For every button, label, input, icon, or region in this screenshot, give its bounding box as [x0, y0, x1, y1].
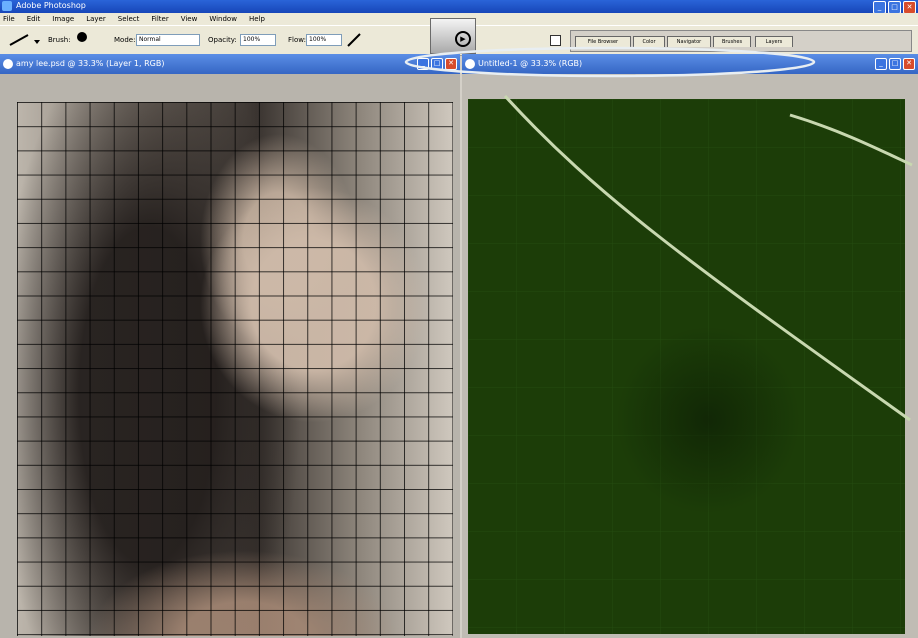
grid-overlay	[17, 102, 453, 636]
brush-label: Brush:	[48, 36, 71, 44]
doc1-window-controls: _ □ ✕	[417, 58, 457, 70]
palette-well: File Browser Color Navigator Brushes Lay…	[570, 30, 912, 52]
go-button[interactable]: ▶	[430, 18, 476, 54]
menu-select[interactable]: Select	[118, 15, 140, 23]
menu-file[interactable]: File	[3, 15, 15, 23]
palette-toggle-icon[interactable]	[550, 35, 561, 46]
go-arrow-icon: ▶	[455, 31, 471, 47]
doc2-close-button[interactable]: ✕	[903, 58, 915, 70]
menu-help[interactable]: Help	[249, 15, 265, 23]
opacity-label: Opacity:	[208, 36, 237, 44]
doc1-canvas[interactable]	[0, 74, 460, 638]
menu-view[interactable]: View	[181, 15, 198, 23]
flow-label: Flow:	[288, 36, 306, 44]
green-painting-canvas	[468, 99, 905, 634]
doc1-title-bar[interactable]: amy lee.psd @ 33.3% (Layer 1, RGB) _ □ ✕	[0, 54, 460, 74]
tab-navigator[interactable]: Navigator	[667, 36, 711, 47]
doc1-maximize-button[interactable]: □	[431, 58, 443, 70]
opacity-field[interactable]: 100%	[240, 34, 276, 46]
doc2-window-controls: _ □ ✕	[875, 58, 915, 70]
doc2-icon	[465, 59, 475, 69]
mode-label: Mode:	[114, 36, 136, 44]
airbrush-icon[interactable]	[346, 32, 364, 48]
brush-dot-icon[interactable]	[77, 32, 87, 42]
tab-layers[interactable]: Layers	[755, 36, 793, 47]
menu-filter[interactable]: Filter	[151, 15, 168, 23]
brush-icon[interactable]	[6, 32, 40, 48]
app-title: Adobe Photoshop	[16, 1, 86, 10]
doc1-icon	[3, 59, 13, 69]
doc2-canvas[interactable]	[462, 74, 918, 638]
app-title-bar[interactable]: Adobe Photoshop _ □ ✕	[0, 0, 918, 14]
doc1-close-button[interactable]: ✕	[445, 58, 457, 70]
tab-brushes[interactable]: Brushes	[713, 36, 751, 47]
flow-field[interactable]: 100%	[306, 34, 342, 46]
menu-image[interactable]: Image	[52, 15, 74, 23]
doc2-minimize-button[interactable]: _	[875, 58, 887, 70]
doc1-minimize-button[interactable]: _	[417, 58, 429, 70]
mode-select[interactable]: Normal	[136, 34, 200, 46]
tab-color[interactable]: Color	[633, 36, 665, 47]
doc1-title: amy lee.psd @ 33.3% (Layer 1, RGB)	[16, 59, 165, 68]
menu-edit[interactable]: Edit	[27, 15, 41, 23]
doc2-maximize-button[interactable]: □	[889, 58, 901, 70]
doc2-title: Untitled-1 @ 33.3% (RGB)	[478, 59, 583, 68]
menu-layer[interactable]: Layer	[86, 15, 106, 23]
doc2-title-bar[interactable]: Untitled-1 @ 33.3% (RGB) _ □ ✕	[462, 54, 918, 74]
photoshop-icon	[2, 1, 12, 11]
tab-file-browser[interactable]: File Browser	[575, 36, 631, 47]
menu-window[interactable]: Window	[209, 15, 237, 23]
